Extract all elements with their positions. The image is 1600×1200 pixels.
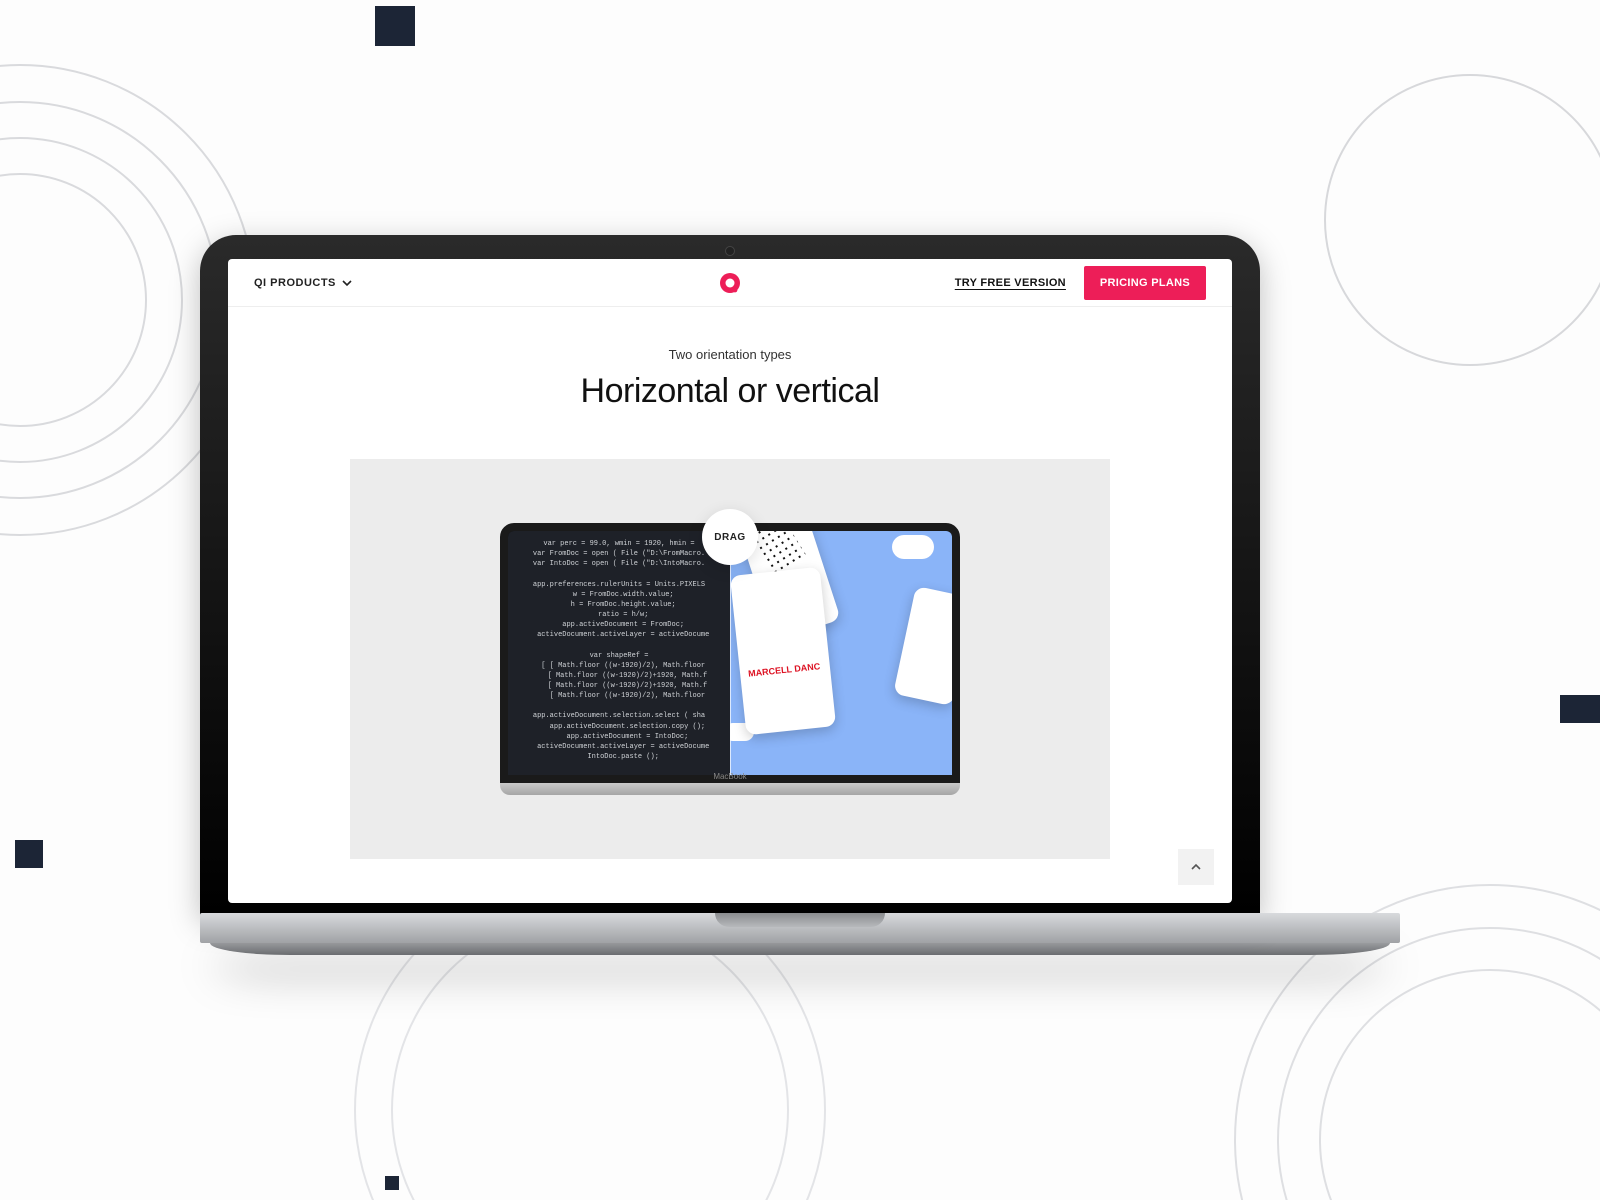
cloud-icon xyxy=(892,535,934,559)
drag-label: DRAG xyxy=(714,532,745,543)
section-eyebrow: Two orientation types xyxy=(228,347,1232,362)
marcell-label: MARCELL DANC xyxy=(748,662,821,678)
pricing-button[interactable]: PRICING PLANS xyxy=(1084,266,1206,300)
bg-square-icon xyxy=(1560,695,1600,723)
try-free-link[interactable]: TRY FREE VERSION xyxy=(955,277,1066,289)
compare-panel: var perc = 99.0, wmin = 1920, hmin = var… xyxy=(350,459,1110,859)
products-label: QI PRODUCTS xyxy=(254,277,336,289)
laptop-screen: QI PRODUCTS TRY FREE VERSION PRICING PLA… xyxy=(228,259,1232,903)
compare-right-pane: MARCELL DANC xyxy=(730,531,952,775)
scroll-to-top-button[interactable] xyxy=(1178,849,1214,885)
bg-square-icon xyxy=(375,6,415,46)
compare-left-pane: var perc = 99.0, wmin = 1920, hmin = var… xyxy=(508,531,730,775)
site-body: Two orientation types Horizontal or vert… xyxy=(228,307,1232,903)
compare-divider xyxy=(730,531,731,775)
bg-square-icon xyxy=(15,840,43,868)
laptop-mockup: QI PRODUCTS TRY FREE VERSION PRICING PLA… xyxy=(200,235,1400,955)
phone-mockup xyxy=(893,586,952,706)
brand-logo-icon[interactable] xyxy=(718,271,742,295)
bg-square-icon xyxy=(385,1176,399,1190)
chevron-up-icon xyxy=(1190,861,1202,873)
code-sample: var perc = 99.0, wmin = 1920, hmin = var… xyxy=(508,531,730,770)
products-dropdown[interactable]: QI PRODUCTS xyxy=(254,277,352,289)
site-header: QI PRODUCTS TRY FREE VERSION PRICING PLA… xyxy=(228,259,1232,307)
phone-mockup: MARCELL DANC xyxy=(730,567,836,736)
section-headline: Horizontal or vertical xyxy=(228,372,1232,411)
drag-handle[interactable]: DRAG xyxy=(702,509,758,565)
camera-icon xyxy=(725,246,735,256)
chevron-down-icon xyxy=(342,278,352,288)
